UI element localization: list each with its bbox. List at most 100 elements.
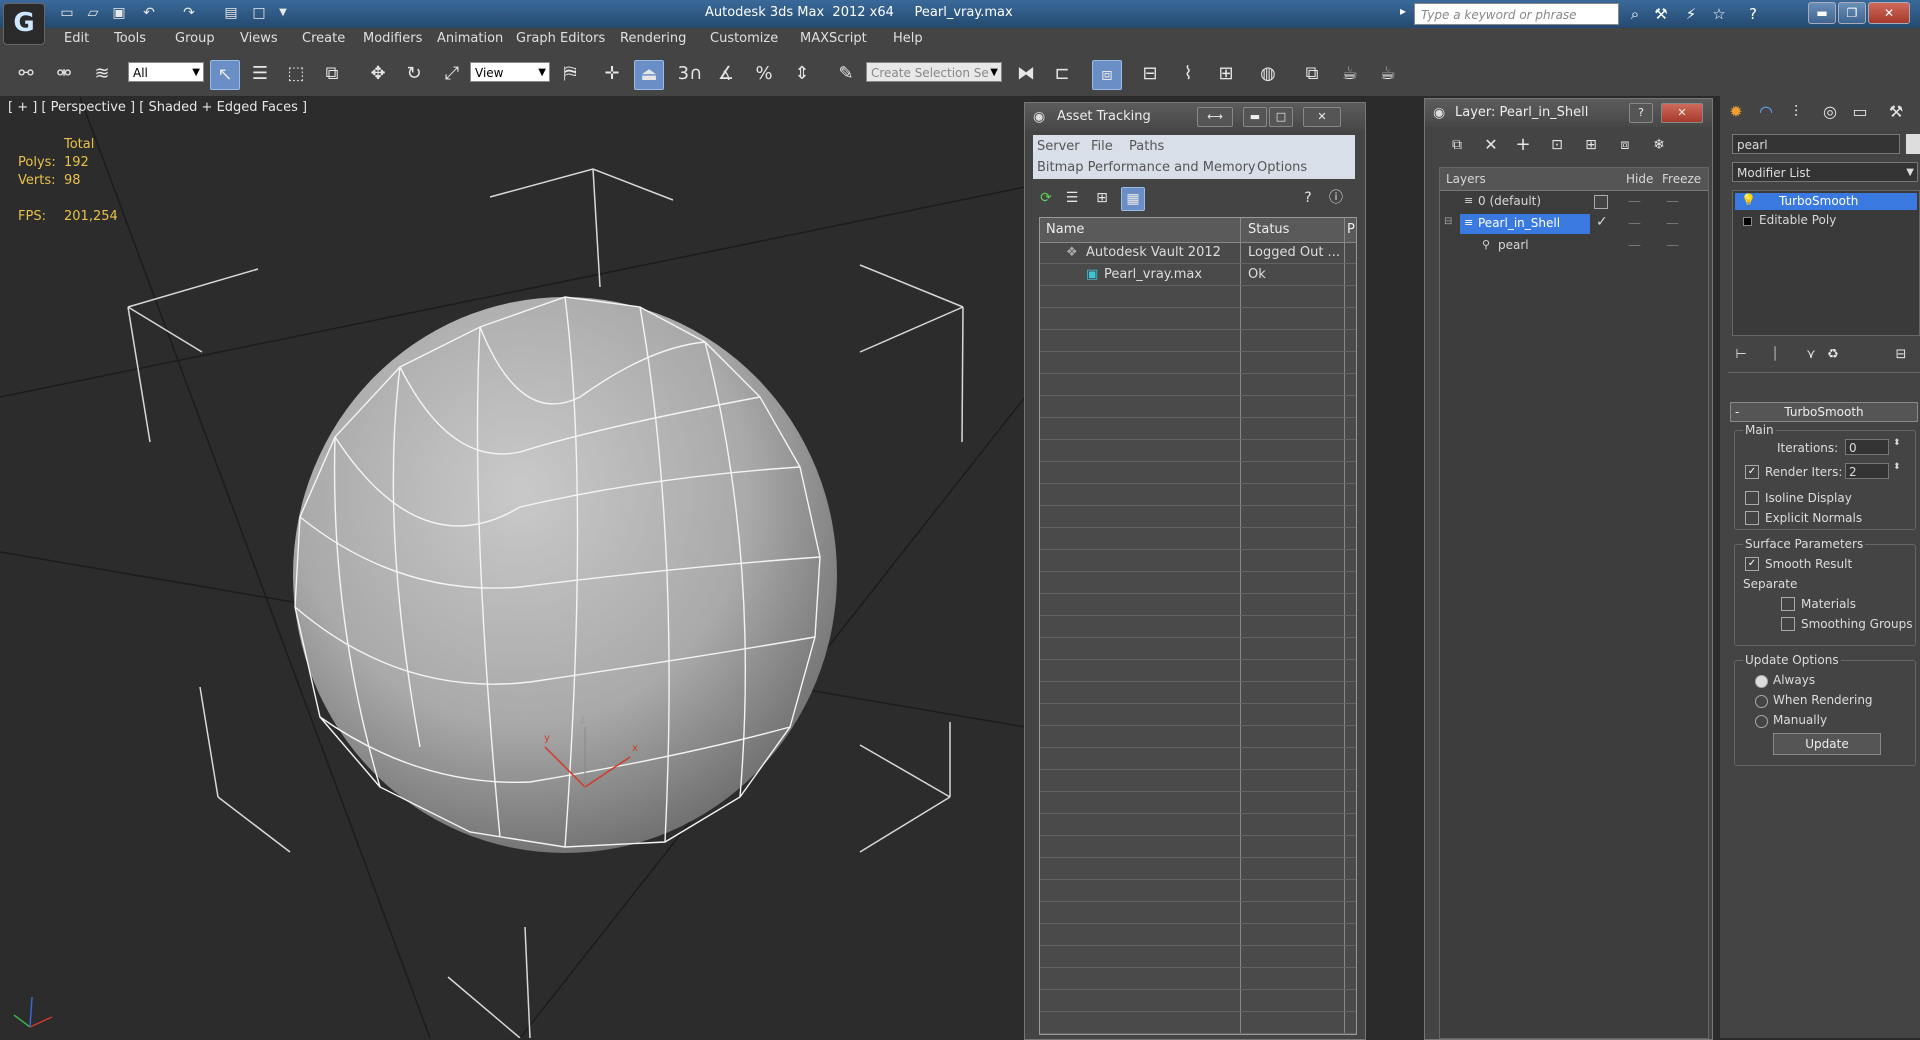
viewport-label[interactable]: [ + ] [ Perspective ] [ Shaded + Edged F… [8, 100, 307, 115]
graphite-modeling-icon[interactable]: ⊟ [1136, 60, 1164, 88]
asset-info-icon[interactable]: ⓘ [1325, 187, 1347, 209]
menu-rendering[interactable]: Rendering [620, 31, 686, 46]
configure-sets-icon[interactable]: ⊟ [1890, 344, 1912, 366]
layer-help-button[interactable]: ? [1629, 103, 1653, 123]
asset-menu-server[interactable]: Server [1037, 139, 1080, 154]
menu-group[interactable]: Group [175, 31, 215, 46]
help-icon[interactable]: ? [1742, 4, 1764, 24]
spinner-snap-icon[interactable]: ⇕ [788, 60, 816, 88]
column-freeze[interactable]: Freeze [1662, 172, 1701, 186]
rotate-icon[interactable]: ↻ [400, 60, 428, 88]
search-arrow-icon[interactable]: ▸ [1400, 4, 1406, 18]
make-unique-icon[interactable]: ⋎ [1800, 344, 1822, 366]
percent-snap-icon[interactable]: % [750, 60, 778, 88]
menu-animation[interactable]: Animation [437, 31, 503, 46]
freeze-toggle[interactable]: — [1666, 194, 1679, 209]
binoculars-icon[interactable]: ⌕ [1624, 4, 1646, 24]
hierarchy-tab-icon[interactable]: ⫶ [1784, 100, 1808, 124]
select-and-manipulate-icon[interactable]: ✛ [598, 60, 626, 88]
when-rendering-radio[interactable] [1755, 695, 1768, 708]
select-objects-in-layer-icon[interactable]: ⊡ [1545, 133, 1569, 157]
update-button[interactable]: Update [1773, 733, 1881, 755]
render-setup-icon[interactable]: ⧉ [1298, 60, 1326, 88]
select-by-name-icon[interactable]: ☰ [246, 60, 274, 88]
show-end-result-icon[interactable]: ⏐ [1764, 344, 1786, 366]
pivot-center-icon[interactable]: ⛿ [556, 60, 584, 88]
exchange-icon[interactable]: ⚡ [1680, 4, 1702, 24]
move-icon[interactable]: ✥ [364, 60, 392, 88]
layer-row-pearl-in-shell[interactable]: ⊟ ≡ Pearl_in_Shell ✓ — — [1440, 214, 1708, 234]
highlight-selected-icon[interactable]: ⊞ [1579, 133, 1603, 157]
minimize-button[interactable]: ▬ [1808, 2, 1836, 24]
object-color-swatch[interactable] [1906, 134, 1920, 154]
table-row[interactable]: ❖ Autodesk Vault 2012 Logged Out ... [1040, 242, 1356, 264]
selection-filter-dropdown[interactable]: All ▼ [128, 62, 204, 82]
named-selection-sets-dropdown[interactable]: Create Selection Se ▼ [866, 62, 1002, 82]
link-icon[interactable]: ⚯ [12, 60, 40, 88]
column-layers[interactable]: Layers [1446, 172, 1486, 186]
stack-item-editable-poly[interactable]: Editable Poly [1735, 212, 1917, 229]
undo-icon[interactable]: ↶ [140, 4, 158, 22]
search-input[interactable]: Type a keyword or phrase [1414, 3, 1619, 25]
explicit-normals-checkbox[interactable] [1745, 511, 1759, 525]
asset-tracking-titlebar[interactable]: ◉ Asset Tracking ⟷ ▬ □ ✕ [1025, 103, 1365, 131]
layer-manager-icon[interactable]: ⧈ [1092, 60, 1122, 90]
window-crossing-icon[interactable]: ⧉ [318, 60, 346, 88]
layer-close-button[interactable]: ✕ [1661, 103, 1703, 123]
stack-item-turbosmooth[interactable]: 💡 TurboSmooth [1735, 193, 1917, 210]
modifier-list-dropdown[interactable]: Modifier List ▼ [1732, 162, 1918, 182]
favorites-icon[interactable]: ☆ [1708, 4, 1730, 24]
freeze-all-layers-icon[interactable]: ❄ [1647, 133, 1671, 157]
table-row[interactable]: ▣ Pearl_vray.max Ok [1040, 264, 1356, 286]
project-folder-icon[interactable]: ▤ [222, 4, 240, 22]
hide-toggle[interactable]: — [1628, 216, 1641, 231]
reference-coordinate-dropdown[interactable]: View ▼ [470, 62, 550, 82]
asset-menu-bitmap-performance[interactable]: Bitmap Performance and Memory [1037, 160, 1256, 175]
dock-icon[interactable]: ⟷ [1197, 107, 1233, 127]
open-file-icon[interactable]: ▱ [84, 4, 102, 22]
delete-layer-icon[interactable]: ✕ [1479, 133, 1503, 157]
asset-close-button[interactable]: ✕ [1303, 107, 1341, 127]
collapse-icon[interactable]: ⊟ [1444, 216, 1452, 227]
smoothing-groups-checkbox[interactable] [1781, 617, 1795, 631]
asset-menu-file[interactable]: File [1091, 139, 1113, 154]
save-file-icon[interactable]: ▣ [110, 4, 128, 22]
new-file-icon[interactable]: ▭ [58, 4, 76, 22]
iterations-spinner[interactable]: 0 [1845, 439, 1889, 455]
always-radio[interactable] [1755, 675, 1768, 688]
pin-stack-icon[interactable]: ⊢ [1730, 344, 1752, 366]
scale-icon[interactable]: ⤢ [438, 60, 466, 88]
isoline-display-checkbox[interactable] [1745, 491, 1759, 505]
render-iters-spinner[interactable]: 2 [1845, 463, 1889, 479]
hide-toggle[interactable]: — [1628, 194, 1641, 209]
create-layer-icon[interactable]: ⧉ [1445, 133, 1469, 157]
create-tab-icon[interactable]: ✹ [1724, 100, 1748, 124]
menu-tools[interactable]: Tools [114, 31, 146, 46]
menu-modifiers[interactable]: Modifiers [363, 31, 422, 46]
remove-modifier-icon[interactable]: ♻ [1822, 344, 1844, 366]
materials-checkbox[interactable] [1781, 597, 1795, 611]
curve-editor-icon[interactable]: ⌇ [1174, 60, 1202, 88]
turbosmooth-rollout-header[interactable]: - TurboSmooth [1730, 402, 1918, 422]
menu-graph-editors[interactable]: Graph Editors [516, 31, 605, 46]
window-icon[interactable]: □ [250, 4, 268, 22]
asset-menu-paths[interactable]: Paths [1129, 139, 1164, 154]
list-view-icon[interactable]: ☰ [1061, 187, 1083, 209]
menu-customize[interactable]: Customize [710, 31, 778, 46]
menu-help[interactable]: Help [893, 31, 923, 46]
table-view-icon[interactable]: ▦ [1121, 187, 1145, 211]
manually-radio[interactable] [1755, 715, 1768, 728]
column-hide[interactable]: Hide [1626, 172, 1653, 186]
angle-snap-icon[interactable]: ∡ [712, 60, 740, 88]
display-tab-icon[interactable]: ▭ [1848, 100, 1872, 124]
layer-row-pearl[interactable]: ⚲ pearl — — [1440, 236, 1708, 256]
select-object-icon[interactable]: ↖ [210, 60, 240, 90]
asset-minimize-button[interactable]: ▬ [1243, 107, 1267, 127]
align-icon[interactable]: ⊏ [1048, 60, 1076, 88]
hide-toggle[interactable]: — [1628, 238, 1641, 253]
object-name-input[interactable]: pearl [1732, 134, 1900, 154]
freeze-toggle[interactable]: — [1666, 216, 1679, 231]
maximize-button[interactable]: ❐ [1838, 2, 1866, 24]
rectangular-selection-icon[interactable]: ⬚ [282, 60, 310, 88]
modify-tab-icon[interactable]: ◠ [1754, 100, 1778, 124]
